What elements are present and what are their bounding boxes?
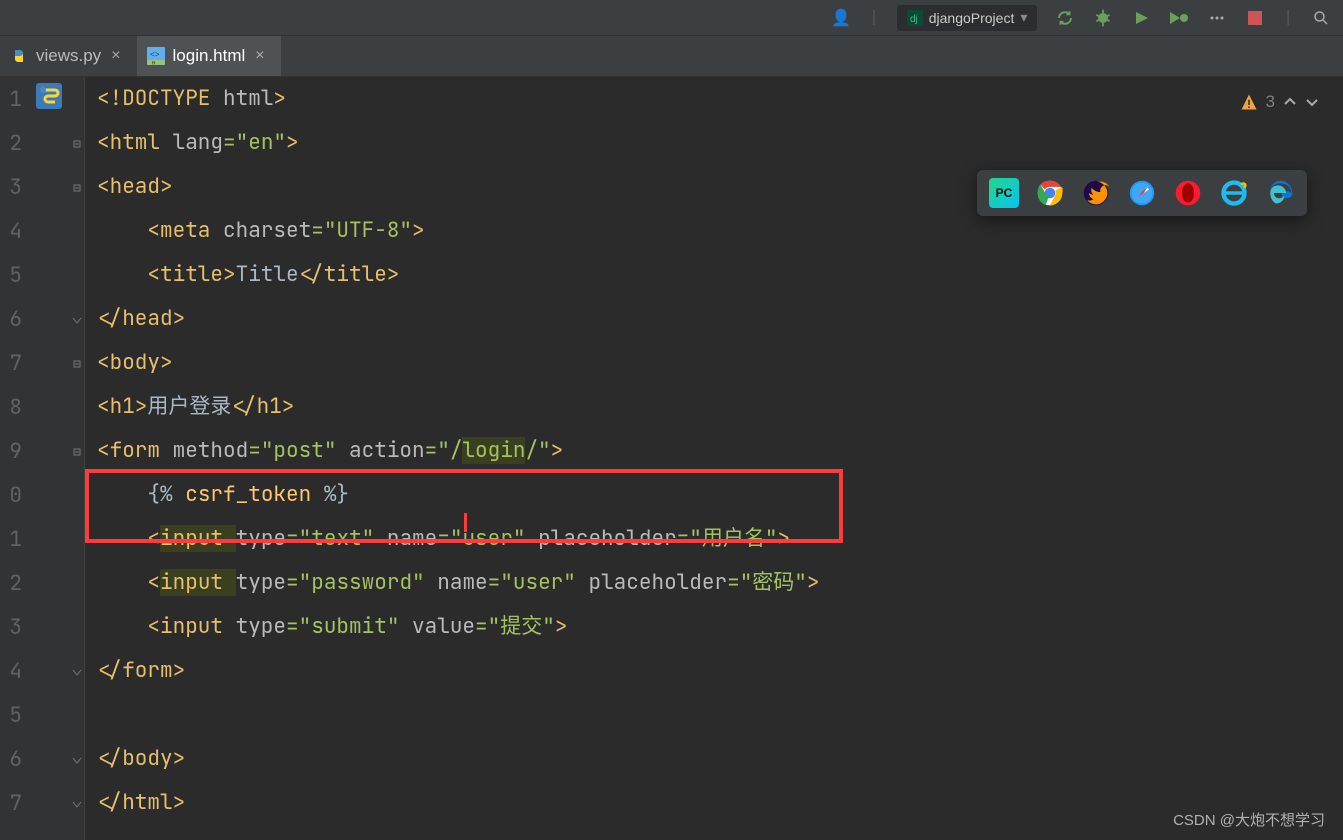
- fold-marker[interactable]: [70, 650, 84, 694]
- run-debug-icon[interactable]: [1169, 8, 1189, 28]
- line-number: 9: [0, 430, 26, 474]
- close-icon[interactable]: ×: [109, 47, 122, 65]
- watermark: CSDN @大炮不想学习: [1173, 809, 1325, 830]
- svg-text:<>: <>: [150, 51, 160, 60]
- chrome-icon[interactable]: [1035, 178, 1065, 208]
- code-line: </html>: [97, 781, 1343, 825]
- line-number: 8: [0, 386, 26, 430]
- code-line: </form>: [97, 649, 1343, 693]
- code-line: {% csrf_token %}: [97, 473, 1343, 517]
- search-icon[interactable]: [1311, 8, 1331, 28]
- stop-icon[interactable]: [1245, 8, 1265, 28]
- django-icon: dj: [907, 10, 923, 26]
- html-file-icon: <>H: [147, 47, 165, 65]
- fold-marker[interactable]: [70, 298, 84, 342]
- fold-marker[interactable]: [70, 122, 84, 166]
- fold-gutter: [70, 77, 85, 840]
- pycharm-icon[interactable]: PC: [989, 178, 1019, 208]
- line-number: 3: [0, 166, 26, 210]
- inspection-hints[interactable]: 3: [1240, 92, 1319, 112]
- caret: [464, 513, 467, 532]
- run-config-label: djangoProject: [929, 10, 1015, 26]
- code-line: <body>: [97, 341, 1343, 385]
- code-line: <html lang="en">: [97, 121, 1343, 165]
- code-line: [97, 693, 1343, 737]
- run-icon[interactable]: [1131, 8, 1151, 28]
- tab-views-py[interactable]: views.py ×: [0, 36, 137, 76]
- user-icon[interactable]: [831, 8, 851, 28]
- line-number: 5: [0, 694, 26, 738]
- line-number: 4: [0, 210, 26, 254]
- sync-icon[interactable]: [1055, 8, 1075, 28]
- firefox-icon[interactable]: [1081, 178, 1111, 208]
- line-number: 3: [0, 606, 26, 650]
- run-config-selector[interactable]: dj djangoProject ▾: [897, 5, 1038, 31]
- line-number: 1: [0, 518, 26, 562]
- edge-icon[interactable]: [1265, 178, 1295, 208]
- more-icon[interactable]: [1207, 8, 1227, 28]
- line-number: 2: [0, 562, 26, 606]
- svg-text:H: H: [152, 61, 155, 66]
- python-file-icon: [10, 47, 28, 65]
- chevron-down-icon[interactable]: [1305, 95, 1319, 109]
- fold-marker[interactable]: [70, 782, 84, 826]
- ide-toolbar: | dj djangoProject ▾ |: [0, 0, 1343, 36]
- fold-marker[interactable]: [70, 430, 84, 474]
- code-line: <h1>用户登录</h1>: [97, 385, 1343, 429]
- line-number: 2: [0, 122, 26, 166]
- icon-gutter: [26, 77, 70, 840]
- close-icon[interactable]: ×: [253, 47, 266, 65]
- line-number: 7: [0, 342, 26, 386]
- fold-marker[interactable]: [70, 166, 84, 210]
- chevron-up-icon[interactable]: [1283, 95, 1297, 109]
- fold-marker[interactable]: [70, 738, 84, 782]
- code-line: <input type="submit" value="提交">: [97, 605, 1343, 649]
- line-number: 6: [0, 738, 26, 782]
- fold-marker[interactable]: [70, 342, 84, 386]
- line-number-gutter: 1 2 3 4 5 6 7 8 9 0 1 2 3 4 5 6 7: [0, 77, 26, 840]
- opera-icon[interactable]: [1173, 178, 1203, 208]
- editor-tabs: views.py × <>H login.html ×: [0, 36, 1343, 77]
- tab-label: views.py: [36, 46, 101, 66]
- nav-target-icon[interactable]: [36, 83, 62, 109]
- browser-preview-tray: PC: [977, 170, 1307, 216]
- code-line: </body>: [97, 737, 1343, 781]
- code-line: <input type="text" name="user" placehold…: [97, 517, 1343, 561]
- bug-icon[interactable]: [1093, 8, 1113, 28]
- svg-text:dj: dj: [910, 14, 918, 25]
- line-number: 0: [0, 474, 26, 518]
- safari-icon[interactable]: [1127, 178, 1157, 208]
- warning-count: 3: [1266, 92, 1275, 112]
- line-number: 7: [0, 782, 26, 826]
- code-line: <title>Title</title>: [97, 253, 1343, 297]
- line-number: 5: [0, 254, 26, 298]
- tab-label: login.html: [173, 46, 246, 66]
- tab-login-html[interactable]: <>H login.html ×: [137, 36, 281, 76]
- code-line: <form method="post" action="/login/">: [97, 429, 1343, 473]
- ie-icon[interactable]: [1219, 178, 1249, 208]
- warning-icon: [1240, 93, 1258, 111]
- code-line: <!DOCTYPE html>: [97, 77, 1343, 121]
- line-number: 4: [0, 650, 26, 694]
- code-line: <input type="password" name="user" place…: [97, 561, 1343, 605]
- line-number: 6: [0, 298, 26, 342]
- code-line: </head>: [97, 297, 1343, 341]
- line-number: 1: [0, 78, 26, 122]
